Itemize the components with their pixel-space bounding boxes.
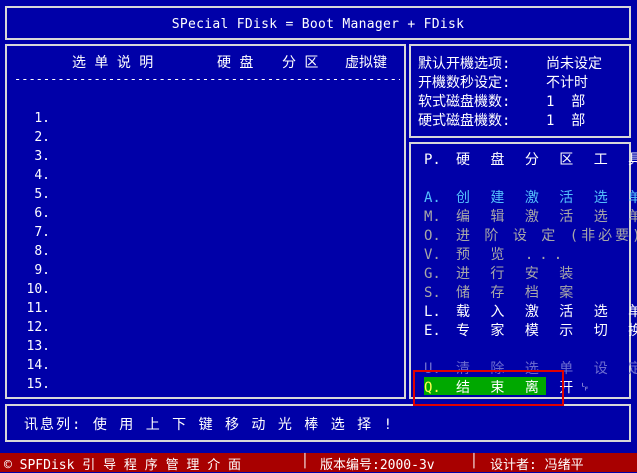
tool-partition[interactable]: P. 硬 盘 分 区 工 具 (424, 149, 637, 169)
header-menu-description: 选 单 说 明 (72, 55, 154, 71)
floppy-count-value: 1 部 (546, 94, 586, 110)
tool-expert-mode[interactable]: E. 专 家 模 示 切 换 (424, 320, 637, 340)
tool-install-key: G. (424, 266, 441, 282)
floppy-count-label: 软式磁盘機数: (418, 94, 511, 110)
menu-slot-9[interactable]: 9. (22, 263, 50, 278)
harddisk-count-label: 硬式磁盘機数: (418, 113, 511, 129)
header-disk: 硬 盘 (217, 55, 254, 71)
status-app-name: © SPFDisk 引 导 程 序 管 理 介 面 (4, 458, 242, 473)
tool-partition-key: P. (424, 152, 441, 168)
boot-timeout-label: 开機数秒设定: (418, 75, 511, 91)
tool-preview[interactable]: V. 预 览 ... (424, 244, 568, 264)
tool-advanced-settings-label: 进 阶 设 定 (非必要) (456, 228, 637, 244)
menu-slot-14[interactable]: 14. (22, 358, 50, 373)
boot-timeout-value: 不计时 (546, 75, 588, 91)
tool-save-file-label: 储 存 档 案 (456, 285, 580, 301)
tool-expert-mode-key: E. (424, 323, 441, 339)
status-separator-2: │ (470, 454, 478, 469)
menu-slot-1[interactable]: 1. (22, 111, 50, 126)
tool-partition-label: 硬 盘 分 区 工 具 (456, 152, 637, 168)
app-title: SPecial FDisk = Boot Manager + FDisk (171, 17, 465, 32)
menu-slot-12[interactable]: 12. (22, 320, 50, 335)
tool-create-menu-label: 创 建 激 活 选 单 (456, 190, 637, 206)
tool-edit-menu-key: M. (424, 209, 441, 225)
menu-slot-11[interactable]: 11. (22, 301, 50, 316)
tool-install-label: 进 行 安 装 (456, 266, 580, 282)
title-panel: SPecial FDisk = Boot Manager + FDisk (5, 6, 631, 40)
default-boot-value: 尚未设定 (546, 56, 602, 72)
status-author: 设计者: 冯绪平 (490, 458, 584, 473)
header-divider: ----------------------------------------… (14, 72, 400, 86)
tool-preview-key: V. (424, 247, 441, 263)
menu-slot-5[interactable]: 5. (22, 187, 50, 202)
menu-list-panel (5, 44, 406, 399)
tool-advanced-settings[interactable]: O. 进 阶 设 定 (非必要) (424, 225, 637, 245)
annotation-highlight-box (413, 370, 564, 406)
menu-slot-7[interactable]: 7. (22, 225, 50, 240)
menu-slot-13[interactable]: 13. (22, 339, 50, 354)
tool-load-menu-key: L. (424, 304, 441, 320)
tool-edit-menu-label: 编 辑 激 活 选 单 (456, 209, 637, 225)
header-virtual-key: 虚拟键 (345, 55, 387, 71)
tool-load-menu[interactable]: L. 载 入 激 活 选 单 (424, 301, 637, 321)
tool-advanced-settings-key: O. (424, 228, 441, 244)
menu-slot-10[interactable]: 10. (22, 282, 50, 297)
tool-save-file[interactable]: S. 储 存 档 案 (424, 282, 579, 302)
tool-create-menu[interactable]: A. 创 建 激 活 选 单 (424, 187, 637, 207)
status-separator-1: │ (301, 454, 309, 469)
tool-save-file-key: S. (424, 285, 441, 301)
tool-edit-menu[interactable]: M. 编 辑 激 活 选 单 (424, 206, 637, 226)
harddisk-count-value: 1 部 (546, 113, 586, 129)
header-partition: 分 区 (282, 55, 319, 71)
menu-slot-2[interactable]: 2. (22, 130, 50, 145)
menu-slot-6[interactable]: 6. (22, 206, 50, 221)
tool-preview-label: 预 览 ... (456, 247, 569, 263)
mouse-cursor-icon: ␊ (579, 380, 591, 396)
menu-slot-15[interactable]: 15. (22, 377, 50, 392)
menu-slot-3[interactable]: 3. (22, 149, 50, 164)
message-line: 讯息列: 使 用 上 下 键 移 动 光 棒 选 择 ! (24, 417, 395, 433)
status-bar: © SPFDisk 引 导 程 序 管 理 介 面 │ 版本编号:2000-3v… (0, 453, 637, 473)
tool-expert-mode-label: 专 家 模 示 切 换 (456, 323, 637, 339)
menu-slot-8[interactable]: 8. (22, 244, 50, 259)
tool-install[interactable]: G. 进 行 安 装 (424, 263, 579, 283)
tool-create-menu-key: A. (424, 190, 441, 206)
status-version: 版本编号:2000-3v (320, 458, 435, 473)
default-boot-label: 默认开機选项: (418, 56, 511, 72)
menu-slot-4[interactable]: 4. (22, 168, 50, 183)
tool-load-menu-label: 载 入 激 活 选 单 (456, 304, 637, 320)
